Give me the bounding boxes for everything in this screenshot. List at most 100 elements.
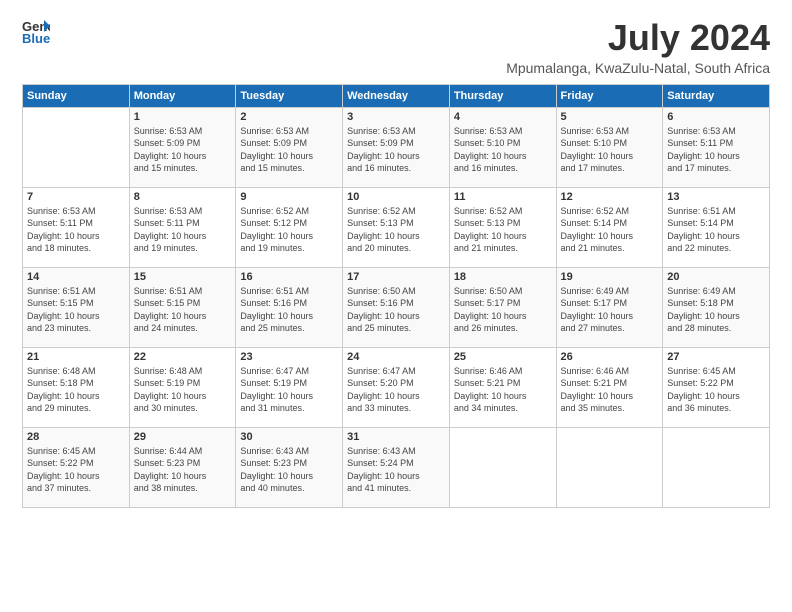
cell-text: Sunset: 5:11 PM (134, 217, 232, 230)
cell-text: Sunset: 5:17 PM (454, 297, 552, 310)
cell-text: Daylight: 10 hours (454, 230, 552, 243)
cell-text: Sunrise: 6:52 AM (347, 205, 445, 218)
calendar-week-1: 1Sunrise: 6:53 AMSunset: 5:09 PMDaylight… (23, 107, 770, 187)
calendar-cell: 21Sunrise: 6:48 AMSunset: 5:18 PMDayligh… (23, 347, 130, 427)
cell-text: Daylight: 10 hours (561, 230, 659, 243)
cell-text: Sunset: 5:22 PM (27, 457, 125, 470)
cell-text: Sunset: 5:18 PM (27, 377, 125, 390)
cell-text: and 18 minutes. (27, 242, 125, 255)
month-title: July 2024 (506, 18, 770, 58)
cell-text: and 16 minutes. (454, 162, 552, 175)
calendar-cell: 4 Sunrise: 6:53 AMSunset: 5:10 PMDaylight… (449, 107, 556, 187)
cell-text: Daylight: 10 hours (561, 150, 659, 163)
day-number: 26 (561, 351, 659, 363)
calendar-cell: 25Sunrise: 6:46 AMSunset: 5:21 PMDayligh… (449, 347, 556, 427)
day-number: 20 (667, 271, 765, 283)
svg-text:Blue: Blue (22, 31, 50, 46)
cell-text: Sunset: 5:10 PM (561, 137, 659, 150)
cell-text: Sunrise: 6:52 AM (240, 205, 338, 218)
cell-text: and 21 minutes. (454, 242, 552, 255)
calendar-cell: 2Sunrise: 6:53 AMSunset: 5:09 PMDaylight… (236, 107, 343, 187)
logo: General Blue (22, 18, 50, 46)
cell-text: Sunrise: 6:47 AM (240, 365, 338, 378)
cell-text: Sunrise: 6:48 AM (27, 365, 125, 378)
cell-text: Sunset: 5:11 PM (27, 217, 125, 230)
cell-text: and 15 minutes. (240, 162, 338, 175)
cell-text: Sunset: 5:24 PM (347, 457, 445, 470)
cell-text: Sunrise: 6:53 AM (134, 125, 232, 138)
day-number: 28 (27, 431, 125, 443)
cell-text: Daylight: 10 hours (667, 150, 765, 163)
day-number: 5 (561, 111, 659, 123)
cell-text: and 29 minutes. (27, 402, 125, 415)
day-number: 8 (134, 191, 232, 203)
location-title: Mpumalanga, KwaZulu-Natal, South Africa (506, 60, 770, 76)
cell-text: Sunset: 5:23 PM (134, 457, 232, 470)
cell-text: Sunset: 5:14 PM (561, 217, 659, 230)
col-friday: Friday (556, 84, 663, 107)
calendar-cell (449, 427, 556, 507)
cell-text: Daylight: 10 hours (240, 230, 338, 243)
cell-text: Daylight: 10 hours (134, 470, 232, 483)
cell-text: Sunrise: 6:48 AM (134, 365, 232, 378)
cell-text: Daylight: 10 hours (667, 310, 765, 323)
cell-text: Sunset: 5:10 PM (454, 137, 552, 150)
day-number: 14 (27, 271, 125, 283)
cell-text: Daylight: 10 hours (240, 310, 338, 323)
calendar-cell: 5Sunrise: 6:53 AMSunset: 5:10 PMDaylight… (556, 107, 663, 187)
calendar-cell: 7 Sunrise: 6:53 AMSunset: 5:11 PMDaylight… (23, 187, 130, 267)
cell-text: Sunset: 5:18 PM (667, 297, 765, 310)
cell-text: Sunset: 5:11 PM (667, 137, 765, 150)
calendar-cell (23, 107, 130, 187)
cell-text: Sunrise: 6:53 AM (454, 125, 552, 138)
cell-text: Daylight: 10 hours (454, 150, 552, 163)
day-number: 7 (27, 191, 125, 203)
cell-text: and 28 minutes. (667, 322, 765, 335)
col-wednesday: Wednesday (343, 84, 450, 107)
day-number: 31 (347, 431, 445, 443)
calendar-cell: 15Sunrise: 6:51 AMSunset: 5:15 PMDayligh… (129, 267, 236, 347)
cell-text: Sunset: 5:19 PM (134, 377, 232, 390)
cell-text: Sunset: 5:13 PM (454, 217, 552, 230)
cell-text: Sunrise: 6:51 AM (240, 285, 338, 298)
cell-text: Daylight: 10 hours (240, 150, 338, 163)
day-number: 4 (454, 111, 552, 123)
day-number: 30 (240, 431, 338, 443)
cell-text: Sunset: 5:23 PM (240, 457, 338, 470)
cell-text: Sunrise: 6:53 AM (27, 205, 125, 218)
cell-text: and 36 minutes. (667, 402, 765, 415)
day-number: 27 (667, 351, 765, 363)
cell-text: Sunset: 5:21 PM (454, 377, 552, 390)
logo-icon: General Blue (22, 18, 50, 46)
cell-text: and 31 minutes. (240, 402, 338, 415)
calendar-cell: 24Sunrise: 6:47 AMSunset: 5:20 PMDayligh… (343, 347, 450, 427)
cell-text: Daylight: 10 hours (27, 230, 125, 243)
cell-text: and 15 minutes. (134, 162, 232, 175)
day-number: 2 (240, 111, 338, 123)
calendar-cell: 26Sunrise: 6:46 AMSunset: 5:21 PMDayligh… (556, 347, 663, 427)
title-block: July 2024 Mpumalanga, KwaZulu-Natal, Sou… (506, 18, 770, 76)
day-number: 11 (454, 191, 552, 203)
day-number: 22 (134, 351, 232, 363)
col-monday: Monday (129, 84, 236, 107)
cell-text: Sunrise: 6:44 AM (134, 445, 232, 458)
cell-text: and 34 minutes. (454, 402, 552, 415)
cell-text: Sunrise: 6:53 AM (240, 125, 338, 138)
calendar-cell: 22 Sunrise: 6:48 AMSunset: 5:19 PMDayligh… (129, 347, 236, 427)
calendar-cell: 14Sunrise: 6:51 AMSunset: 5:15 PMDayligh… (23, 267, 130, 347)
cell-text: and 38 minutes. (134, 482, 232, 495)
col-saturday: Saturday (663, 84, 770, 107)
cell-text: and 37 minutes. (27, 482, 125, 495)
cell-text: Daylight: 10 hours (347, 470, 445, 483)
calendar-cell: 19Sunrise: 6:49 AMSunset: 5:17 PMDayligh… (556, 267, 663, 347)
cell-text: Daylight: 10 hours (454, 310, 552, 323)
cell-text: Sunrise: 6:49 AM (667, 285, 765, 298)
cell-text: Daylight: 10 hours (134, 390, 232, 403)
cell-text: and 21 minutes. (561, 242, 659, 255)
calendar-cell (663, 427, 770, 507)
cell-text: and 20 minutes. (347, 242, 445, 255)
calendar-cell: 28Sunrise: 6:45 AMSunset: 5:22 PMDayligh… (23, 427, 130, 507)
cell-text: Daylight: 10 hours (454, 390, 552, 403)
cell-text: Sunrise: 6:51 AM (27, 285, 125, 298)
calendar-cell (556, 427, 663, 507)
